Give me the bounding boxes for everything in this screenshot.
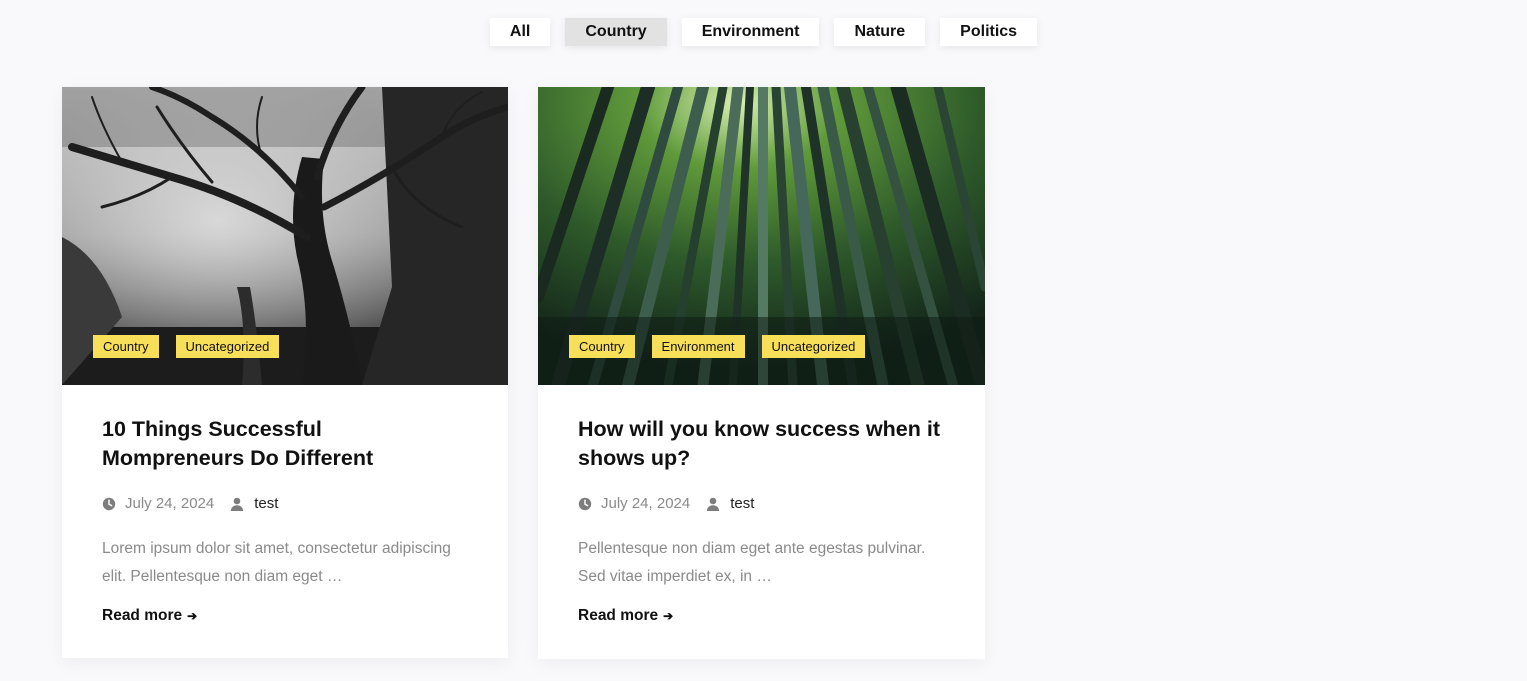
post-card: Country Environment Uncategorized How wi… xyxy=(538,87,985,659)
post-excerpt: Pellentesque non diam eget ante egestas … xyxy=(578,540,926,585)
filter-environment-button[interactable]: Environment xyxy=(681,18,820,46)
tag-uncategorized[interactable]: Uncategorized xyxy=(761,335,866,358)
post-tags: Country Uncategorized xyxy=(93,335,280,358)
clock-icon xyxy=(578,497,592,510)
arrow-right-icon: ➔ xyxy=(187,609,198,623)
read-more-label: Read more xyxy=(578,607,659,624)
category-filter-bar: All Country Environment Nature Politics xyxy=(0,18,1527,46)
post-card: Country Uncategorized 10 Things Successf… xyxy=(62,87,508,658)
post-meta: July 24, 2024 test xyxy=(102,495,468,512)
read-more-link[interactable]: Read more ➔ xyxy=(578,607,673,625)
post-meta: July 24, 2024 test xyxy=(578,495,945,512)
filter-politics-button[interactable]: Politics xyxy=(940,18,1038,46)
post-body: 10 Things Successful Mompreneurs Do Diff… xyxy=(62,385,508,625)
tag-country[interactable]: Country xyxy=(569,335,635,358)
post-author[interactable]: test xyxy=(254,495,278,512)
filter-all-button[interactable]: All xyxy=(489,18,551,46)
arrow-right-icon: ➔ xyxy=(663,609,674,623)
post-date: July 24, 2024 xyxy=(601,495,691,512)
post-tags: Country Environment Uncategorized xyxy=(569,335,866,358)
post-author[interactable]: test xyxy=(730,495,754,512)
post-excerpt: Lorem ipsum dolor sit amet, consectetur … xyxy=(102,540,451,585)
read-more-label: Read more xyxy=(102,607,183,624)
clock-icon xyxy=(102,497,116,510)
user-icon xyxy=(231,497,244,511)
post-thumbnail[interactable]: Country Environment Uncategorized xyxy=(538,87,985,385)
tag-uncategorized[interactable]: Uncategorized xyxy=(175,335,280,358)
post-body: How will you know success when it shows … xyxy=(538,385,985,625)
read-more-link[interactable]: Read more ➔ xyxy=(102,607,197,625)
user-icon xyxy=(707,497,720,511)
post-title[interactable]: 10 Things Successful Mompreneurs Do Diff… xyxy=(102,415,468,473)
filter-nature-button[interactable]: Nature xyxy=(834,18,926,46)
tag-country[interactable]: Country xyxy=(93,335,159,358)
post-title[interactable]: How will you know success when it shows … xyxy=(578,415,945,473)
post-date: July 24, 2024 xyxy=(125,495,215,512)
tag-environment[interactable]: Environment xyxy=(651,335,745,358)
filter-country-button[interactable]: Country xyxy=(565,18,667,46)
post-thumbnail[interactable]: Country Uncategorized xyxy=(62,87,508,385)
